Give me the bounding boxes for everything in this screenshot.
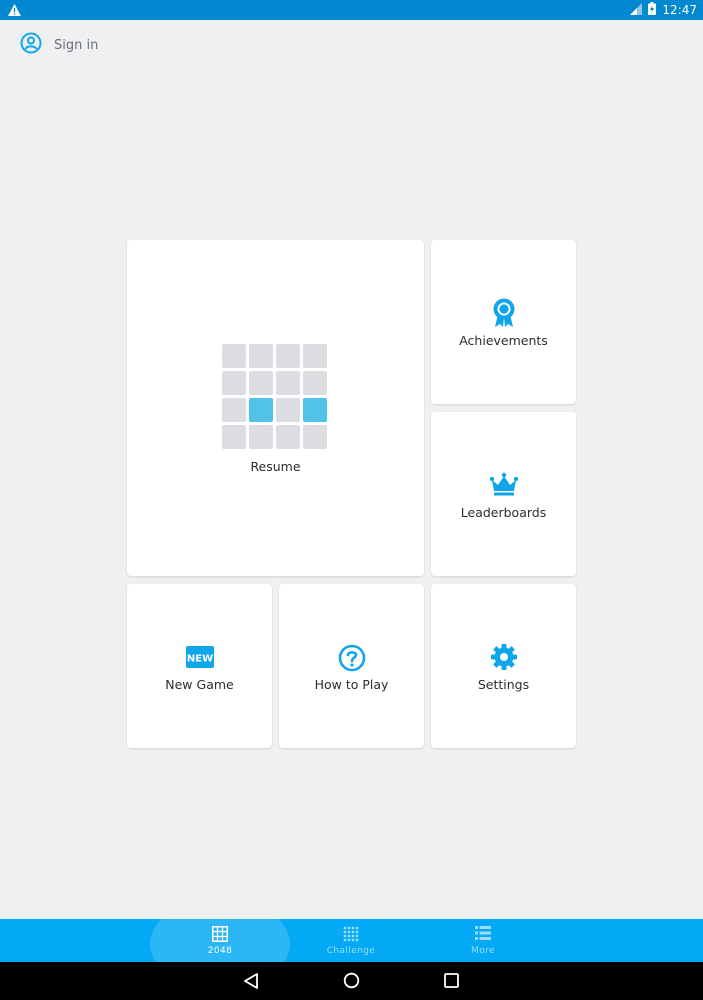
battery-charging-icon xyxy=(648,2,657,18)
board-cell-filled xyxy=(249,398,273,422)
recents-icon[interactable] xyxy=(444,973,459,993)
settings-label: Settings xyxy=(477,677,530,692)
how-to-play-tile[interactable]: How to Play xyxy=(279,584,424,748)
board-cell-empty xyxy=(303,371,327,395)
board-cell-empty xyxy=(222,425,246,449)
bottom-navigation: 2048 Challenge More xyxy=(0,919,703,962)
new-badge-icon: NEW xyxy=(185,646,214,673)
account-circle-icon xyxy=(20,32,42,59)
how-to-play-label: How to Play xyxy=(314,677,389,692)
warning-icon xyxy=(8,3,21,21)
board-cell-empty xyxy=(276,398,300,422)
resume-board-preview xyxy=(222,344,327,449)
new-game-label: New Game xyxy=(165,677,234,692)
resume-tile[interactable]: Resume xyxy=(127,240,424,576)
grid-icon xyxy=(212,926,228,947)
board-cell-empty xyxy=(276,344,300,368)
clock-text: 12:47 xyxy=(662,3,697,17)
dots-grid-icon xyxy=(343,926,359,947)
board-cell-empty xyxy=(276,371,300,395)
board-cell-empty xyxy=(222,371,246,395)
home-icon[interactable] xyxy=(343,972,360,994)
nav-tab-challenge[interactable]: Challenge xyxy=(291,919,411,962)
status-bar: 12:47 xyxy=(0,0,703,20)
board-cell-empty xyxy=(249,371,273,395)
resume-label: Resume xyxy=(250,459,301,474)
leaderboards-tile[interactable]: Leaderboards xyxy=(431,412,576,576)
nav-label-2048: 2048 xyxy=(207,946,233,956)
crown-icon xyxy=(489,472,519,501)
leaderboards-label: Leaderboards xyxy=(460,505,547,520)
award-ribbon-icon xyxy=(492,298,516,333)
board-cell-empty xyxy=(276,425,300,449)
board-cell-empty xyxy=(303,344,327,368)
nav-label-more: More xyxy=(471,946,495,956)
signal-icon xyxy=(630,2,643,18)
sign-in-button[interactable]: Sign in xyxy=(20,32,99,59)
help-circle-icon xyxy=(338,644,366,677)
board-cell-empty xyxy=(303,425,327,449)
svg-text:NEW: NEW xyxy=(186,654,212,665)
board-cell-filled xyxy=(303,398,327,422)
new-game-tile[interactable]: NEW New Game xyxy=(127,584,272,748)
system-navigation-bar xyxy=(0,962,703,1000)
sign-in-label: Sign in xyxy=(54,37,99,53)
nav-tab-more[interactable]: More xyxy=(423,919,543,962)
board-cell-empty xyxy=(222,398,246,422)
gear-icon xyxy=(490,643,518,676)
board-cell-empty xyxy=(222,344,246,368)
achievements-label: Achievements xyxy=(459,333,548,348)
nav-label-challenge: Challenge xyxy=(326,946,376,956)
achievements-tile[interactable]: Achievements xyxy=(431,240,576,404)
settings-tile[interactable]: Settings xyxy=(431,584,576,748)
board-cell-empty xyxy=(249,344,273,368)
back-icon[interactable] xyxy=(243,972,259,995)
list-icon xyxy=(475,926,491,945)
board-cell-empty xyxy=(249,425,273,449)
nav-tab-2048[interactable]: 2048 xyxy=(160,919,280,962)
